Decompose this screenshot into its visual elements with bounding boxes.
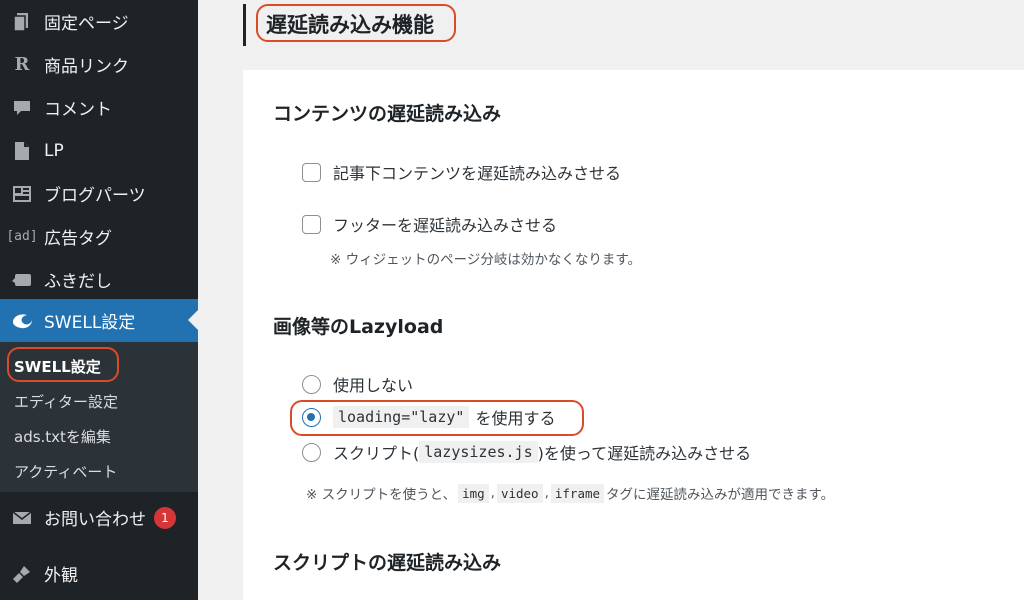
sidebar-item-pages[interactable]: 固定ページ bbox=[0, 0, 198, 43]
lazyload-none-radio[interactable] bbox=[302, 374, 321, 394]
sidebar-item-label: コメント bbox=[44, 100, 112, 120]
radio-label-suffix: )を使って遅延読み込みさせる bbox=[537, 444, 752, 463]
submenu-item-editor-settings[interactable]: エディター設定 bbox=[14, 391, 118, 412]
swell-icon bbox=[0, 312, 44, 330]
sidebar-item-label: 固定ページ bbox=[44, 14, 129, 34]
sidebar-item-label: SWELL設定 bbox=[44, 313, 136, 333]
lazysizes-code: lazysizes.js bbox=[419, 441, 538, 463]
ad-icon: [ad] bbox=[6, 229, 38, 244]
radio-label: 使用しない bbox=[333, 376, 414, 395]
checkbox-row-footer[interactable]: フッターを遅延読み込みさせる bbox=[302, 212, 557, 236]
radio-row-script[interactable]: スクリプト( lazysizes.js )を使って遅延読み込みさせる bbox=[302, 440, 751, 464]
img-code: img bbox=[458, 483, 489, 503]
article-bottom-lazy-checkbox[interactable] bbox=[302, 162, 321, 182]
radio-label: スクリプト( bbox=[333, 444, 420, 463]
note-separator: , bbox=[544, 485, 549, 501]
native-lazy-code: loading="lazy" bbox=[333, 406, 470, 428]
lazyload-native-radio[interactable] bbox=[302, 407, 321, 427]
section-title-content-lazy: コンテンツの遅延読み込み bbox=[273, 103, 502, 125]
footer-lazy-checkbox[interactable] bbox=[302, 214, 321, 234]
page-icon bbox=[0, 12, 44, 32]
admin-sidebar: 固定ページ R 商品リンク コメント LP ブログパーツ [ad] 広告タグ ふ… bbox=[0, 0, 198, 600]
note-text: ※ スクリプトを使うと、 bbox=[306, 487, 457, 503]
brush-icon bbox=[0, 564, 44, 584]
note-separator: , bbox=[490, 485, 495, 501]
checkbox-label: フッターを遅延読み込みさせる bbox=[333, 216, 558, 235]
heading-accent-bar bbox=[243, 4, 246, 46]
iframe-code: iframe bbox=[550, 483, 605, 503]
checkbox-row-article-bottom[interactable]: 記事下コンテンツを遅延読み込みさせる bbox=[302, 160, 621, 184]
sidebar-item-fukidashi[interactable]: ふきだし bbox=[0, 258, 198, 301]
section-title-script-lazy: スクリプトの遅延読み込み bbox=[273, 552, 502, 574]
sidebar-item-blog-parts[interactable]: ブログパーツ bbox=[0, 172, 198, 215]
sidebar-item-label: ブログパーツ bbox=[44, 186, 146, 206]
script-note: ※ スクリプトを使うと、 img , video , iframe タグに遅延読… bbox=[306, 483, 834, 503]
notification-badge: 1 bbox=[154, 506, 176, 529]
note-text: タグに遅延読み込みが適用できます。 bbox=[606, 487, 835, 503]
sidebar-item-label: LP bbox=[44, 140, 64, 161]
sidebar-item-label: 商品リンク bbox=[44, 57, 129, 77]
sidebar-item-label: ふきだし bbox=[44, 272, 112, 292]
page-title: 遅延読み込み機能 bbox=[266, 13, 434, 37]
active-indicator bbox=[188, 310, 198, 330]
sidebar-item-label: 外観 bbox=[44, 566, 78, 586]
layout-icon bbox=[0, 185, 44, 203]
radio-row-none[interactable]: 使用しない bbox=[302, 372, 413, 396]
widget-note: ※ ウィジェットのページ分岐は効かなくなります。 bbox=[330, 252, 641, 268]
radio-label: を使用する bbox=[475, 409, 556, 428]
checkbox-label: 記事下コンテンツを遅延読み込みさせる bbox=[333, 164, 622, 183]
mail-icon bbox=[0, 510, 44, 526]
sidebar-item-appearance[interactable]: 外観 bbox=[0, 552, 198, 595]
video-code: video bbox=[496, 483, 543, 503]
swell-submenu: SWELL設定 エディター設定 ads.txtを編集 アクティベート bbox=[0, 342, 198, 492]
sidebar-item-label: お問い合わせ bbox=[44, 510, 146, 530]
lazyload-script-radio[interactable] bbox=[302, 442, 321, 462]
sidebar-item-contact[interactable]: お問い合わせ 1 bbox=[0, 496, 198, 539]
sidebar-item-comments[interactable]: コメント bbox=[0, 86, 198, 129]
submenu-item-activate[interactable]: アクティベート bbox=[14, 461, 117, 482]
r-icon: R bbox=[14, 54, 30, 75]
comment-icon bbox=[0, 98, 44, 118]
sidebar-item-lp[interactable]: LP bbox=[0, 129, 198, 172]
radio-row-native[interactable]: loading="lazy" を使用する bbox=[302, 405, 555, 429]
sidebar-item-ad-tags[interactable]: [ad] 広告タグ bbox=[0, 215, 198, 258]
submenu-item-ads-txt[interactable]: ads.txtを編集 bbox=[14, 426, 111, 447]
sidebar-item-swell-settings[interactable]: SWELL設定 bbox=[0, 299, 198, 342]
submenu-item-swell-settings[interactable]: SWELL設定 bbox=[14, 356, 101, 377]
document-icon bbox=[0, 141, 44, 161]
sidebar-item-product-links[interactable]: R 商品リンク bbox=[0, 43, 198, 86]
section-title-image-lazy: 画像等のLazyload bbox=[273, 316, 444, 338]
speech-bubble-icon bbox=[0, 272, 44, 288]
sidebar-item-label: 広告タグ bbox=[44, 229, 112, 249]
